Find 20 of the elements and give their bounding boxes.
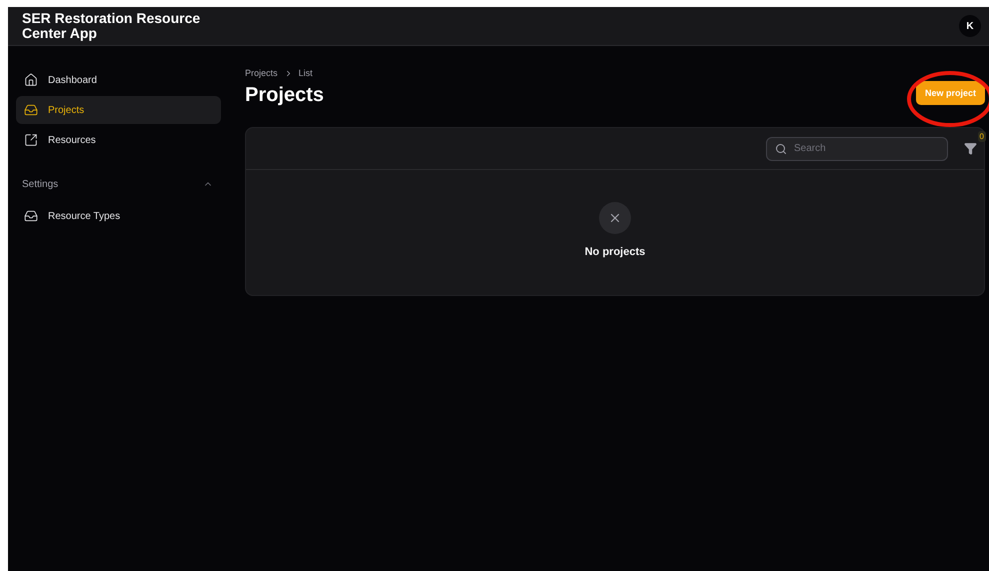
sidebar-item[interactable]: Dashboard [16, 66, 221, 94]
page-title: Projects [245, 84, 324, 107]
sidebar-item[interactable]: Projects [16, 96, 221, 124]
tray-icon [24, 103, 38, 117]
home-icon [24, 73, 38, 87]
sidebar-item[interactable]: Resource Types [16, 202, 221, 230]
app-title: SER Restoration Resource Center App [22, 11, 202, 41]
empty-message: No projects [584, 246, 646, 258]
external-link-icon [24, 133, 38, 147]
sidebar-item[interactable]: Resources [16, 126, 221, 154]
user-avatar[interactable]: K [959, 15, 981, 37]
tray-icon [24, 209, 38, 223]
breadcrumb-link[interactable]: Projects [245, 68, 278, 78]
breadcrumb-link[interactable]: List [298, 68, 313, 78]
search-field[interactable]: Search [766, 136, 948, 160]
search-icon [775, 142, 787, 154]
settings-section-toggle[interactable]: Settings [16, 172, 221, 196]
empty-icon [599, 202, 631, 234]
filter-icon [964, 142, 976, 155]
filter-count: 0 [978, 130, 986, 142]
